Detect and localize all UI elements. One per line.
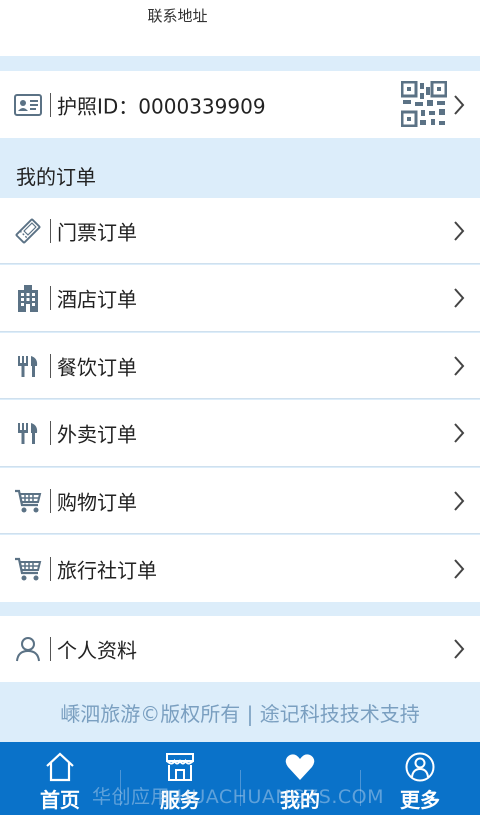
chevron-right-icon xyxy=(454,94,465,115)
heart-icon xyxy=(285,754,315,780)
top-block: 联系地址 xyxy=(0,0,480,56)
store-icon xyxy=(166,753,194,781)
order-row-takeout[interactable]: 外卖订单 xyxy=(0,400,480,467)
cart-icon xyxy=(14,487,42,515)
divider xyxy=(50,218,51,243)
divider xyxy=(50,353,51,378)
watermark: 华创应用 HUACHUANGZS.COM xyxy=(92,786,385,808)
profile-row[interactable]: 个人资料 xyxy=(0,616,480,682)
id-card-icon xyxy=(14,91,42,119)
order-label: 门票订单 xyxy=(57,220,137,244)
chevron-right-icon xyxy=(454,355,465,376)
chevron-right-icon xyxy=(454,288,465,308)
fork-knife-icon xyxy=(14,352,42,380)
divider xyxy=(50,637,51,661)
order-row-dining[interactable]: 餐饮订单 xyxy=(0,333,480,399)
user-icon xyxy=(14,635,42,663)
profile-label: 个人资料 xyxy=(57,638,137,663)
passport-id-label: 护照ID：0000339909 xyxy=(57,94,266,118)
chevron-right-icon xyxy=(454,558,465,579)
order-label: 购物订单 xyxy=(57,490,137,514)
ticket-icon xyxy=(14,217,42,245)
order-label: 旅行社订单 xyxy=(57,558,157,582)
user-circle-icon xyxy=(405,752,435,782)
qr-code-icon[interactable] xyxy=(401,81,447,127)
divider xyxy=(50,92,51,117)
chevron-right-icon xyxy=(454,639,465,659)
divider xyxy=(50,286,51,310)
my-orders-title: 我的订单 xyxy=(16,165,96,189)
divider xyxy=(50,556,51,581)
home-icon xyxy=(46,752,74,782)
order-label: 外卖订单 xyxy=(57,422,137,447)
cart-icon xyxy=(14,555,42,583)
divider xyxy=(50,488,51,513)
hotel-icon xyxy=(14,284,42,312)
contact-address-link[interactable]: 联系地址 xyxy=(0,5,355,26)
order-label: 酒店订单 xyxy=(57,287,137,312)
divider xyxy=(50,421,51,445)
order-row-shopping[interactable]: 购物订单 xyxy=(0,468,480,534)
order-row-travel-agency[interactable]: 旅行社订单 xyxy=(0,535,480,602)
order-label: 餐饮订单 xyxy=(57,355,137,379)
chevron-right-icon xyxy=(454,220,465,241)
chevron-right-icon xyxy=(454,490,465,511)
fork-knife-icon xyxy=(14,419,42,447)
order-row-tickets[interactable]: 门票订单 xyxy=(0,198,480,264)
order-row-hotel[interactable]: 酒店订单 xyxy=(0,265,480,332)
chevron-right-icon xyxy=(454,423,465,443)
copyright-text: 嵊泗旅游©版权所有 | 途记科技技术支持 xyxy=(60,702,420,726)
